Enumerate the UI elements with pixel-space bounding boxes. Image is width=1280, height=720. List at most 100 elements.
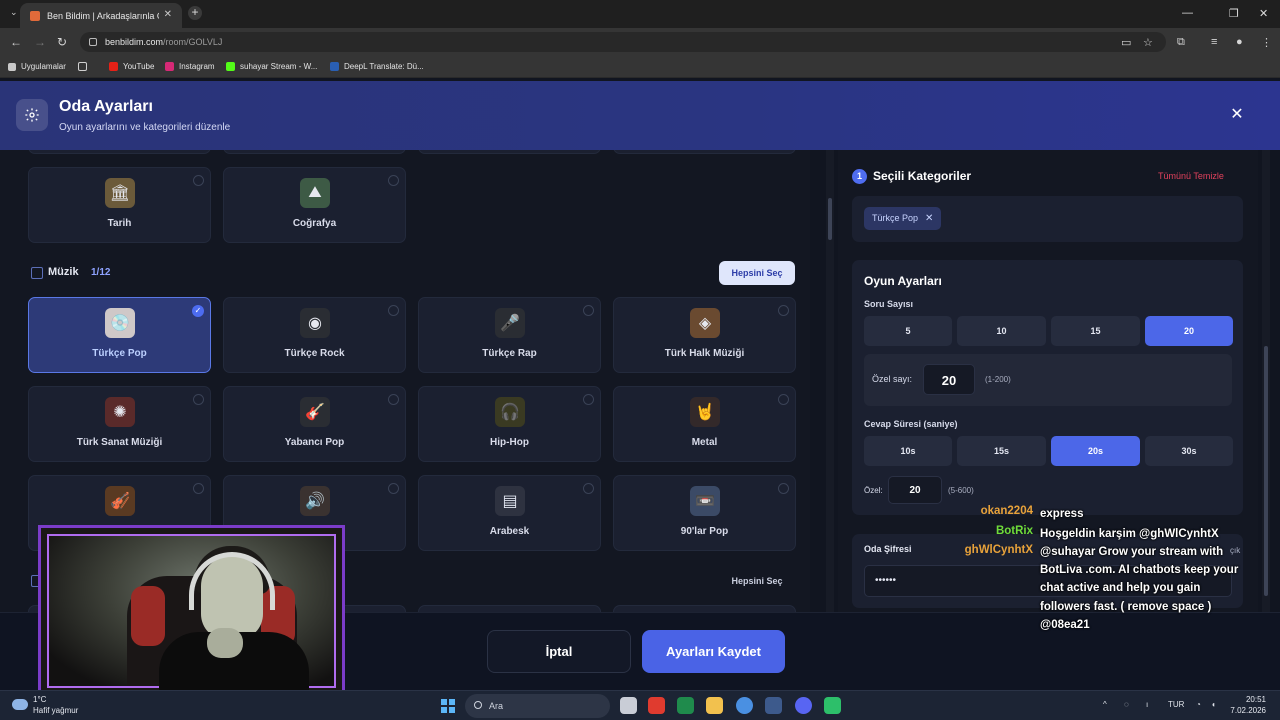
category-card[interactable]: [418, 605, 601, 612]
category-radio[interactable]: [388, 483, 399, 494]
selected-check-icon[interactable]: ✓: [192, 305, 204, 317]
category-card-turkce-rock[interactable]: ◉ Türkçe Rock: [223, 297, 406, 373]
menu-dots-icon[interactable]: ⋮: [1261, 36, 1272, 49]
category-card[interactable]: [223, 150, 406, 154]
scroll-thumb[interactable]: [828, 198, 832, 240]
windows-start-icon[interactable]: [441, 699, 455, 713]
question-option-15[interactable]: 15: [1051, 316, 1140, 346]
taskbar-search[interactable]: Ara: [465, 694, 610, 718]
metal-icon: 🤘: [690, 397, 720, 427]
music-section-icon: [31, 267, 43, 279]
category-radio[interactable]: [778, 394, 789, 405]
cancel-button[interactable]: İptal: [487, 630, 631, 673]
tab-search-icon[interactable]: ⌄: [10, 7, 18, 18]
bookmark-instagram[interactable]: Instagram: [165, 62, 215, 71]
weather-widget[interactable]: 1°C Hafif yağmur: [33, 694, 78, 716]
question-option-20[interactable]: 20: [1145, 316, 1233, 346]
custom-time-input[interactable]: 20: [888, 476, 942, 504]
select-all-music-button[interactable]: Hepsini Seç: [719, 261, 795, 285]
excel-icon[interactable]: [677, 697, 694, 714]
time-option-30s[interactable]: 30s: [1145, 436, 1233, 466]
address-bar[interactable]: benbildim.com/room/GOLVLJ: [80, 32, 1166, 52]
bookmark-youtube[interactable]: YouTube: [109, 62, 154, 71]
category-card[interactable]: [28, 150, 211, 154]
category-radio[interactable]: [388, 175, 399, 186]
category-radio[interactable]: [193, 175, 204, 186]
question-option-10[interactable]: 10: [957, 316, 1046, 346]
bookmark-star-icon[interactable]: ☆: [1143, 36, 1153, 49]
cast-icon[interactable]: ▭: [1121, 36, 1131, 49]
wifi-icon[interactable]: ◔: [1196, 700, 1201, 709]
scroll-thumb[interactable]: [1264, 346, 1268, 596]
category-card-cografya[interactable]: ⛰ Coğrafya: [223, 167, 406, 243]
category-card-turkce-pop[interactable]: 💿 Türkçe Pop ✓: [28, 297, 211, 373]
category-card-yabanci-pop[interactable]: 🎸 Yabancı Pop: [223, 386, 406, 462]
category-card[interactable]: [613, 605, 796, 612]
reload-icon[interactable]: ↻: [57, 35, 67, 49]
category-card-turk-halk-muzigi[interactable]: ◈ Türk Halk Müziği: [613, 297, 796, 373]
media-controls-icon[interactable]: ≡: [1211, 36, 1217, 48]
password-input[interactable]: ••••••: [864, 565, 1232, 597]
category-card-turk-sanat-muzigi[interactable]: ✺ Türk Sanat Müziği: [28, 386, 211, 462]
category-radio[interactable]: [778, 483, 789, 494]
window-close-icon[interactable]: ✕: [1259, 7, 1268, 20]
category-card-turkce-rap[interactable]: 🎤 Türkçe Rap: [418, 297, 601, 373]
category-card[interactable]: [613, 150, 796, 154]
app-icon[interactable]: [824, 697, 841, 714]
time-option-20s[interactable]: 20s: [1051, 436, 1140, 466]
category-radio[interactable]: [583, 483, 594, 494]
category-radio[interactable]: [193, 483, 204, 494]
youtube-app-icon[interactable]: [648, 697, 665, 714]
profile-icon[interactable]: ●: [1236, 36, 1243, 48]
right-scrollbar[interactable]: [1262, 150, 1270, 612]
chrome-icon[interactable]: [736, 697, 753, 714]
task-view-icon[interactable]: [620, 697, 637, 714]
category-radio[interactable]: [193, 394, 204, 405]
category-radio[interactable]: [583, 394, 594, 405]
file-explorer-icon[interactable]: [706, 697, 723, 714]
new-tab-button[interactable]: +: [188, 6, 202, 20]
restore-icon[interactable]: ❐: [1229, 7, 1239, 20]
category-radio[interactable]: [778, 305, 789, 316]
remove-chip-icon[interactable]: ✕: [925, 207, 933, 230]
question-option-5[interactable]: 5: [864, 316, 952, 346]
bookmark-deepl[interactable]: DeepL Translate: Dü...: [330, 62, 424, 71]
time-option-10s[interactable]: 10s: [864, 436, 952, 466]
forward-arrow-icon[interactable]: →: [34, 35, 46, 49]
site-info-icon[interactable]: [89, 38, 97, 46]
back-arrow-icon[interactable]: ←: [10, 35, 22, 49]
left-scrollbar[interactable]: [826, 150, 834, 612]
category-radio[interactable]: [388, 394, 399, 405]
language-indicator[interactable]: TUR: [1168, 700, 1184, 709]
category-card-hip-hop[interactable]: 🎧 Hip-Hop: [418, 386, 601, 462]
category-card-tarih[interactable]: 🏛 Tarih: [28, 167, 211, 243]
extensions-icon[interactable]: ⧉: [1177, 36, 1185, 49]
microphone-tray-icon[interactable]: ı: [1146, 700, 1148, 709]
select-all-next-button[interactable]: Hepsini Seç: [719, 569, 795, 593]
browser-tab[interactable]: Ben Bildim | Arkadaşlarınla Onli ✕: [20, 3, 182, 28]
step-badge: 1: [852, 169, 867, 184]
category-radio[interactable]: [388, 305, 399, 316]
category-card-arabesk[interactable]: ▤ Arabesk: [418, 475, 601, 551]
custom-count-input[interactable]: 20: [923, 364, 975, 395]
minimize-icon[interactable]: —: [1182, 7, 1193, 19]
tray-chevron-icon[interactable]: ^: [1103, 700, 1107, 709]
custom-time-label: Özel:: [864, 486, 883, 495]
bookmark-kick[interactable]: suhayar Stream - W...: [226, 62, 317, 71]
volume-icon[interactable]: ◖: [1211, 700, 1216, 709]
category-card-metal[interactable]: 🤘 Metal: [613, 386, 796, 462]
category-card[interactable]: [418, 150, 601, 154]
taskbar-clock[interactable]: 20:51 7.02.2026: [1222, 694, 1266, 716]
category-radio[interactable]: [583, 305, 594, 316]
modal-close-icon[interactable]: ✕: [1228, 106, 1246, 124]
bookmark-grid[interactable]: [78, 62, 92, 71]
clear-all-link[interactable]: Tümünü Temizle: [1158, 171, 1224, 181]
close-tab-icon[interactable]: ✕: [164, 9, 172, 20]
app-icon[interactable]: [765, 697, 782, 714]
discord-icon[interactable]: [795, 697, 812, 714]
time-option-15s[interactable]: 15s: [957, 436, 1046, 466]
bookmark-apps[interactable]: Uygulamalar: [8, 62, 66, 71]
network-icon[interactable]: ◌: [1124, 700, 1129, 709]
category-card-90lar-pop[interactable]: 📼 90'lar Pop: [613, 475, 796, 551]
save-settings-button[interactable]: Ayarları Kaydet: [642, 630, 785, 673]
